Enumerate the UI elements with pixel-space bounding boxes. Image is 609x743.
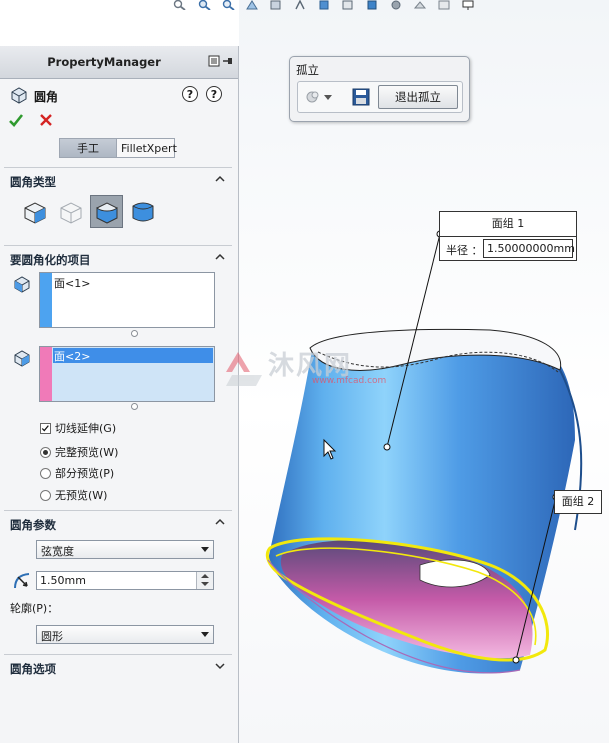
- dropdown-arrow-icon[interactable]: [324, 95, 332, 101]
- radius-value[interactable]: 1.50000000mm: [483, 239, 575, 258]
- exit-isolate-button[interactable]: 退出孤立: [378, 85, 458, 109]
- isolate-title: 孤立: [296, 63, 319, 77]
- save-icon[interactable]: [352, 88, 370, 106]
- isolate-toolbar: 孤立 退出孤立: [289, 56, 470, 122]
- face-set1-callout-title: 面组 1: [440, 212, 576, 237]
- watermark-logo: [226, 352, 262, 386]
- display-style-dropdown-icon[interactable]: [304, 88, 322, 106]
- face-set1-callout[interactable]: 面组 1 半径 ： 1.50000000mm: [439, 211, 577, 261]
- radius-label: 半径 ：: [446, 244, 483, 257]
- face-set2-callout[interactable]: 面组 2: [554, 490, 602, 514]
- watermark-url: www.mfcad.com: [312, 376, 387, 386]
